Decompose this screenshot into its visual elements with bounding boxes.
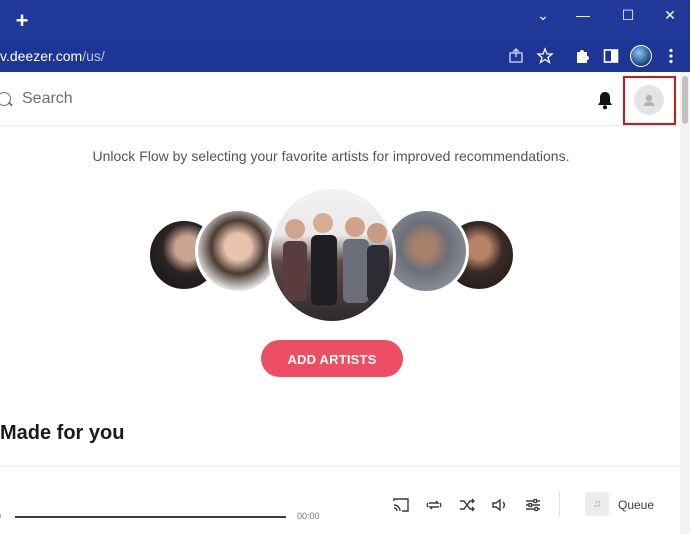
tab-search-dropdown-icon[interactable]: ⌄ — [523, 4, 563, 26]
bell-icon[interactable] — [596, 90, 614, 110]
deezer-page: Unlock Flow by selecting your favorite a… — [0, 72, 690, 534]
progress-slider[interactable] — [15, 516, 286, 518]
user-avatar-icon[interactable] — [634, 85, 664, 115]
kebab-menu-icon[interactable] — [662, 47, 680, 65]
music-note-icon[interactable]: ♫ — [585, 492, 609, 516]
search-icon[interactable] — [0, 92, 11, 106]
browser-title-bar: + ⌄ — ☐ ✕ — [0, 0, 690, 40]
browser-address-bar[interactable]: v.deezer.com/us/ — [0, 40, 690, 72]
minimize-button[interactable]: — — [563, 4, 603, 26]
sidebar-icon[interactable] — [602, 47, 620, 65]
search-input[interactable] — [20, 84, 270, 114]
close-window-button[interactable]: ✕ — [650, 4, 690, 26]
maximize-button[interactable]: ☐ — [608, 4, 648, 26]
player-divider — [559, 491, 560, 517]
queue-button[interactable]: Queue — [618, 498, 654, 512]
scrollbar-thumb[interactable] — [682, 76, 688, 124]
add-artists-button[interactable]: ADD ARTISTS — [261, 340, 403, 377]
cast-icon[interactable] — [392, 497, 410, 513]
new-tab-button[interactable]: + — [12, 10, 32, 32]
time-elapsed: 0 — [0, 511, 1, 521]
profile-icon[interactable] — [630, 45, 652, 67]
flow-prompt-text: Unlock Flow by selecting your favorite a… — [92, 148, 570, 164]
volume-icon[interactable] — [491, 497, 509, 513]
band-photo — [283, 213, 389, 305]
star-icon[interactable] — [536, 47, 554, 65]
time-total: 00:00 — [297, 511, 320, 521]
puzzle-icon[interactable] — [573, 47, 591, 65]
section-title-made-for-you: Made for you — [0, 422, 125, 444]
player-bar: 0 00:00 ♫ Queue — [0, 466, 680, 534]
share-icon[interactable] — [507, 47, 525, 65]
url-text[interactable]: v.deezer.com/us/ — [0, 48, 105, 64]
url-domain: v.deezer.com — [0, 48, 83, 64]
repeat-icon[interactable] — [425, 497, 443, 513]
user-silhouette-icon — [643, 94, 655, 106]
artist-3[interactable] — [268, 186, 396, 324]
url-path: /us/ — [82, 48, 105, 64]
shuffle-icon[interactable] — [458, 497, 476, 513]
page-scrollbar[interactable] — [680, 72, 690, 534]
avatar-highlight-frame — [623, 76, 676, 125]
equalizer-icon[interactable] — [524, 497, 542, 513]
top-bar — [0, 72, 680, 126]
